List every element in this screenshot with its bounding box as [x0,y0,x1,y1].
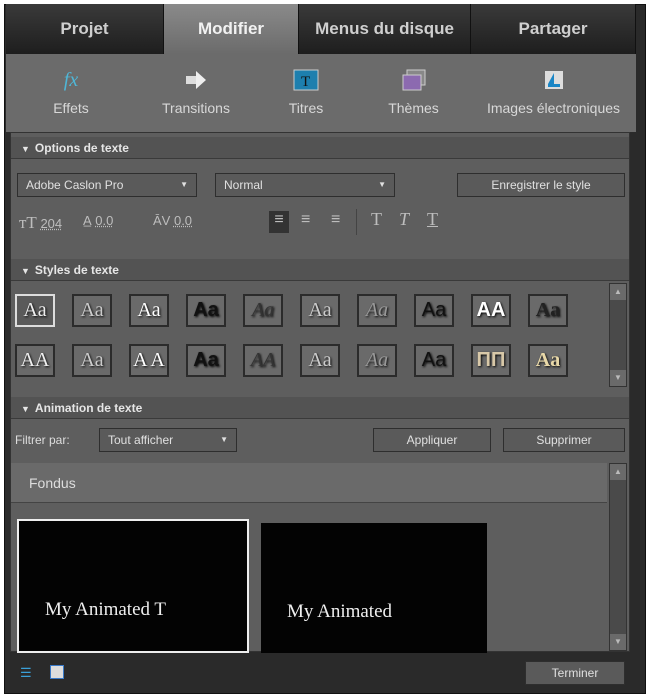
category-fondus: Fondus [11,463,607,503]
tab-projet[interactable]: Projet [6,4,164,54]
font-style-value: Normal [224,178,263,192]
edit-toolbar: fx Effets Transitions T Titres Thèmes Im… [6,54,636,132]
titles-label: Titres [288,100,324,116]
titles-button[interactable]: T Titres [256,54,356,132]
kerning-icon: ĀV [153,213,171,228]
thumbnail-label: My Animated [287,601,393,622]
text-style-swatch[interactable]: Aa [129,294,169,327]
scroll-up-icon[interactable]: ▲ [610,284,626,300]
animation-thumbnail[interactable]: My Animated [261,523,487,653]
styles-scrollbar[interactable]: ▲ ▼ [609,283,627,387]
delete-button[interactable]: Supprimer [503,428,625,452]
clipart-icon [541,68,567,92]
text-style-swatch[interactable]: Aa [528,294,568,327]
titles-icon: T [293,68,319,92]
themes-label: Thèmes [388,100,439,116]
align-left-icon[interactable]: ≡ [269,211,289,233]
text-styles-header[interactable]: ▼ Styles de texte [11,259,629,281]
font-size-icon: ᴛT [19,213,37,232]
scroll-up-icon[interactable]: ▲ [610,464,626,480]
save-style-button[interactable]: Enregistrer le style [457,173,625,197]
properties-panel: ▼ Options de texte Adobe Caslon Pro ▼ Norm… [10,132,630,653]
tab-modifier[interactable]: Modifier [164,4,299,54]
tab-menus-du-disque[interactable]: Menus du disque [299,4,471,54]
align-center-icon[interactable]: ≡ [301,211,310,229]
tab-partager[interactable]: Partager [471,4,636,54]
fx-icon: fx [63,68,79,91]
text-animation-title: Animation de texte [34,401,143,415]
arrow-icon [183,68,209,92]
text-style-swatch[interactable]: ΠΠ [471,344,511,377]
footer-bar: ☰ Terminer [6,655,636,691]
text-style-swatch[interactable]: Aa [414,344,454,377]
text-style-swatch[interactable]: Aa [300,294,340,327]
font-size-control[interactable]: ᴛT 204 [19,213,62,233]
text-styles-title: Styles de texte [34,263,119,277]
text-style-swatch[interactable]: Aa [300,344,340,377]
collapse-triangle-icon: ▼ [21,404,30,414]
text-style-swatch[interactable]: Aa [243,294,283,327]
leading-icon: A̲ [83,213,92,228]
filter-dropdown[interactable]: Tout afficher ▼ [99,428,237,452]
effects-label: Effets [53,100,89,116]
collapse-triangle-icon: ▼ [21,266,30,276]
thumbnail-label: My Animated T [45,599,167,620]
clipart-label: Images électroniques [486,100,621,116]
text-style-swatch[interactable]: Aa [528,344,568,377]
text-animation-header[interactable]: ▼ Animation de texte [11,397,629,419]
grid-view-icon[interactable] [50,665,64,679]
text-style-swatch[interactable]: Aa [186,294,226,327]
text-style-swatch[interactable]: Aa [357,294,397,327]
text-options-header[interactable]: ▼ Options de texte [11,137,629,159]
themes-button[interactable]: Thèmes [356,54,471,132]
transitions-button[interactable]: Transitions [136,54,256,132]
scroll-down-icon[interactable]: ▼ [610,370,626,386]
filter-label: Filtrer par: [15,433,70,447]
kerning-control[interactable]: ĀV 0.0 [153,213,192,228]
text-style-swatch[interactable]: Aa [414,294,454,327]
font-value: Adobe Caslon Pro [26,178,124,192]
transitions-label: Transitions [162,100,230,116]
font-dropdown[interactable]: Adobe Caslon Pro ▼ [17,173,197,197]
text-style-swatch[interactable]: Aa [72,294,112,327]
scroll-down-icon[interactable]: ▼ [610,634,626,650]
underline-icon[interactable]: T [427,209,438,230]
chevron-down-icon: ▼ [220,435,228,444]
text-style-swatch[interactable]: AA [471,294,511,327]
main-tabs: Projet Modifier Menus du disque Partager [6,4,636,54]
italic-icon[interactable]: T [399,209,409,230]
leading-value[interactable]: 0.0 [95,213,113,228]
text-style-swatch[interactable]: AA [15,344,55,377]
animation-scrollbar[interactable]: ▲ ▼ [609,463,627,651]
leading-control[interactable]: A̲ 0.0 [83,213,113,228]
text-style-swatch[interactable]: Aa [72,344,112,377]
bold-icon[interactable]: T [371,209,382,230]
chevron-down-icon: ▼ [378,180,386,189]
text-style-swatch[interactable]: A A [129,344,169,377]
clipart-button[interactable]: Images électroniques [471,54,636,132]
animation-thumbnail[interactable]: My Animated T [17,519,249,653]
font-size-value[interactable]: 204 [40,216,62,231]
text-options-title: Options de texte [34,141,129,155]
align-right-icon[interactable]: ≡ [331,211,340,229]
effects-button[interactable]: fx Effets [6,54,136,132]
chevron-down-icon: ▼ [180,180,188,189]
done-button[interactable]: Terminer [525,661,625,685]
kerning-value[interactable]: 0.0 [174,213,192,228]
divider [356,209,357,235]
themes-icon [401,68,427,92]
text-style-swatch[interactable]: Aa [15,294,55,327]
svg-text:T: T [301,74,310,90]
text-style-swatch[interactable]: Aa [357,344,397,377]
text-style-swatch[interactable]: AA [243,344,283,377]
filter-value: Tout afficher [108,433,174,447]
list-icon[interactable]: ☰ [20,665,36,680]
apply-button[interactable]: Appliquer [373,428,491,452]
font-style-dropdown[interactable]: Normal ▼ [215,173,395,197]
collapse-triangle-icon: ▼ [21,144,30,154]
text-style-swatch[interactable]: Aa [186,344,226,377]
